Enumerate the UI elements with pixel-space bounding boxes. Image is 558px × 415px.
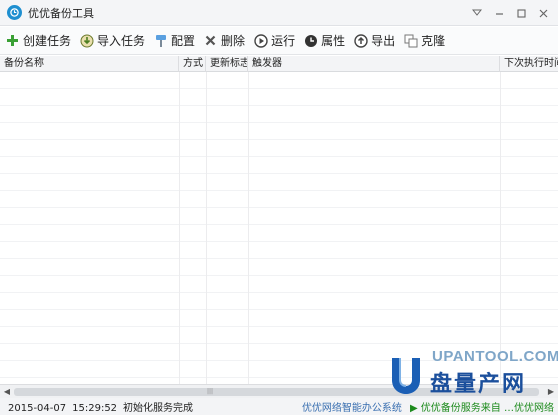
column-divider xyxy=(179,72,180,384)
create-task-label: 创建任务 xyxy=(23,34,72,48)
clone-button[interactable]: 克隆 xyxy=(402,30,446,52)
import-icon xyxy=(79,33,94,48)
status-time: 15:29:52 xyxy=(72,403,118,414)
scroll-left-arrow-icon[interactable]: ◀ xyxy=(2,387,12,397)
column-header-trigger[interactable]: 触发器 xyxy=(248,56,500,72)
column-divider xyxy=(500,72,501,384)
window-title: 优优备份工具 xyxy=(28,6,94,20)
delete-button[interactable]: 删除 xyxy=(202,30,246,52)
promo-link[interactable]: ▶ 优优备份服务来自 …优优网络 xyxy=(410,399,554,414)
column-header-mode[interactable]: 方式 xyxy=(179,56,206,72)
status-bar: 2015-04-07 15:29:52 初始化服务完成 优优网络智能办公系统 ▶ 优… xyxy=(0,398,558,415)
minimize-button[interactable] xyxy=(488,3,510,23)
table-body[interactable] xyxy=(0,72,558,384)
plus-icon xyxy=(5,33,20,48)
watermark: UPANTOOL.COM 盘量产网 xyxy=(386,348,558,398)
import-task-label: 导入任务 xyxy=(97,34,146,48)
status-text: 初始化服务完成 xyxy=(123,403,194,414)
app-clock-icon xyxy=(7,5,22,20)
toolbar: 创建任务 导入任务 配置 删除 运行 属性 导出 克隆 xyxy=(0,27,558,55)
clock-icon xyxy=(303,33,318,48)
delete-icon xyxy=(203,33,218,48)
column-header-update-flag[interactable]: 更新标志 xyxy=(206,56,248,72)
export-icon xyxy=(353,33,368,48)
delete-label: 删除 xyxy=(221,34,246,48)
scrollbar-grip-icon: ||| xyxy=(206,388,214,395)
properties-button[interactable]: 属性 xyxy=(302,30,346,52)
watermark-name: 盘量产网 xyxy=(430,372,527,397)
window-controls xyxy=(466,0,554,26)
export-button[interactable]: 导出 xyxy=(352,30,396,52)
create-task-button[interactable]: 创建任务 xyxy=(4,30,72,52)
close-button[interactable] xyxy=(532,3,554,23)
column-header-next-run[interactable]: 下次执行时间 xyxy=(500,56,558,72)
column-divider xyxy=(248,72,249,384)
clone-icon xyxy=(403,33,418,48)
config-button[interactable]: 配置 xyxy=(152,30,196,52)
run-button[interactable]: 运行 xyxy=(252,30,296,52)
office-system-link[interactable]: 优优网络智能办公系统 xyxy=(302,399,402,414)
maximize-button[interactable] xyxy=(510,3,532,23)
column-divider xyxy=(206,72,207,384)
menu-dropdown-icon[interactable] xyxy=(466,3,488,23)
clone-label: 克隆 xyxy=(421,34,446,48)
status-message: 2015-04-07 15:29:52 初始化服务完成 xyxy=(8,399,199,414)
config-label: 配置 xyxy=(171,34,196,48)
table-header: 备份名称 方式 更新标志 触发器 下次执行时间 xyxy=(0,56,558,72)
watermark-logo-icon xyxy=(386,354,426,396)
run-icon xyxy=(253,33,268,48)
status-date: 2015-04-07 xyxy=(8,403,67,414)
export-label: 导出 xyxy=(371,34,396,48)
properties-label: 属性 xyxy=(321,34,346,48)
title-bar: 优优备份工具 xyxy=(0,0,558,26)
column-header-name[interactable]: 备份名称 xyxy=(0,56,179,72)
watermark-url: UPANTOOL.COM xyxy=(432,348,558,365)
status-right: 优优网络智能办公系统 ▶ 优优备份服务来自 …优优网络 xyxy=(302,398,554,415)
import-task-button[interactable]: 导入任务 xyxy=(78,30,146,52)
task-table: 备份名称 方式 更新标志 触发器 下次执行时间 xyxy=(0,56,558,384)
config-icon xyxy=(153,33,168,48)
run-label: 运行 xyxy=(271,34,296,48)
